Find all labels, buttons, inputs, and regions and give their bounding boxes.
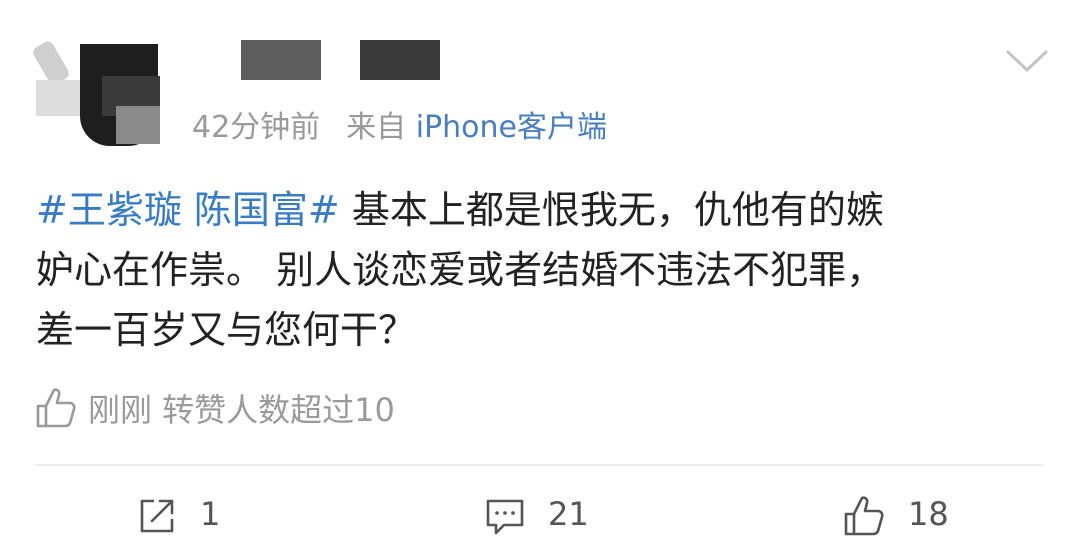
repost-button[interactable]: 1 — [136, 494, 220, 534]
post-time: 42分钟前 — [192, 110, 321, 145]
like-info-text: 刚刚 转赞人数超过10 — [88, 391, 395, 429]
like-button[interactable]: 18 — [842, 494, 949, 536]
post-body: #王紫璇 陈国富# 基本上都是恨我无，仇他有的嫉 妒心在作祟。 别人谈恋爱或者结… — [36, 180, 1046, 360]
topic-link[interactable]: #王紫璇 陈国富# — [36, 188, 340, 232]
thumbs-up-icon — [844, 496, 884, 536]
repost-count: 1 — [200, 495, 221, 533]
share-icon — [140, 499, 174, 533]
chevron-down-icon[interactable] — [1004, 44, 1050, 76]
source-link[interactable]: iPhone客户端 — [416, 110, 607, 145]
username-redacted[interactable] — [241, 40, 321, 80]
avatar[interactable] — [30, 36, 168, 146]
post-line: #王紫璇 陈国富# 基本上都是恨我无，仇他有的嫉 — [36, 180, 1046, 240]
like-info: 刚刚 转赞人数超过10 — [34, 386, 395, 434]
comment-count: 21 — [548, 495, 589, 533]
thumbs-up-icon — [36, 388, 76, 428]
username-redacted[interactable] — [360, 40, 440, 80]
post-line: 妒心在作祟。 别人谈恋爱或者结婚不违法不犯罪， — [36, 248, 885, 292]
comment-button[interactable]: 21 — [484, 494, 589, 535]
avatar-fragment — [116, 106, 160, 144]
comment-icon — [486, 499, 524, 535]
like-count: 18 — [908, 495, 949, 533]
post-line: 差一百岁又与您何干？ — [36, 308, 417, 352]
divider — [34, 464, 1044, 466]
post-text-segment: 基本上都是恨我无，仇他有的嫉 — [339, 188, 884, 232]
post-meta: 42分钟前 来自 iPhone客户端 — [192, 108, 607, 148]
source-prefix: 来自 — [346, 110, 407, 145]
